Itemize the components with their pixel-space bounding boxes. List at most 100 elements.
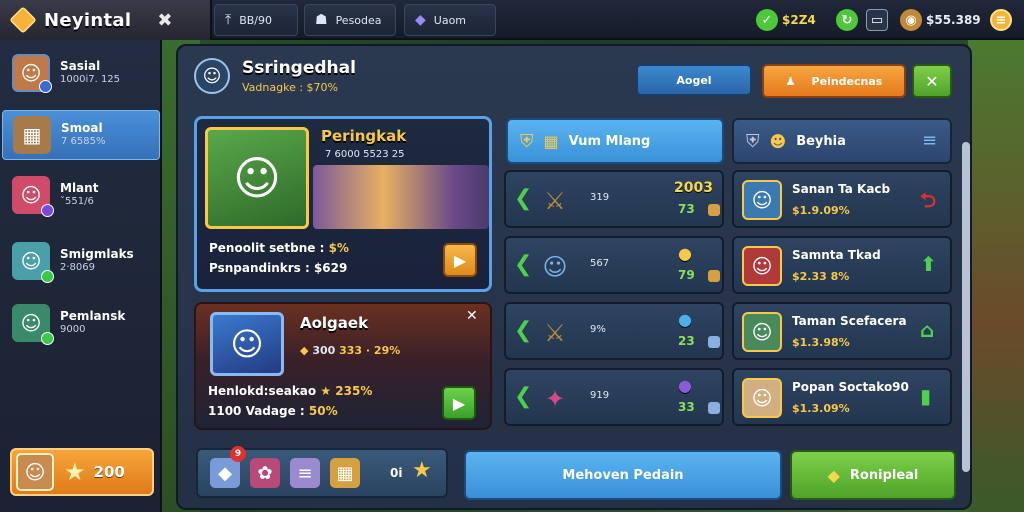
row-value: 567 (590, 258, 610, 269)
peindecnas-button[interactable]: ♟ Peindecnas (762, 64, 906, 98)
play-button[interactable]: ▶ (443, 243, 477, 277)
crossed-tools-icon[interactable]: ✖ (157, 10, 172, 31)
tab-pesodea[interactable]: ☗ Pesodea (304, 4, 396, 36)
list-item[interactable]: ❮ ⚔ 319 2003 73 (504, 170, 724, 228)
avatar: ☺ (12, 304, 54, 345)
list-item[interactable]: ☺ Popan Soctako90 $1.3.09% ▮ (732, 368, 952, 426)
row-value: 9% (590, 324, 606, 335)
gift-icon[interactable]: ✿ (250, 458, 280, 488)
card-title: Peringkak (321, 127, 407, 145)
chest-icon (708, 270, 720, 282)
tab-label: BB/90 (239, 13, 272, 27)
close-button[interactable]: ✕ (912, 64, 952, 98)
coin-stack-icon: ≡ (990, 9, 1012, 31)
notification-badge: 9 (230, 446, 246, 462)
sidebar-item-mlant[interactable]: ☺ Mlant ˇ551/6 (2, 170, 160, 220)
row-count: 73 (678, 202, 695, 216)
green-currency-value: $2Z4 (782, 13, 816, 27)
card-line-label: Penoolit setbne : (209, 241, 325, 255)
crystal-box-icon[interactable]: ◆ (210, 458, 240, 488)
gold-coins-button[interactable]: ≡ (990, 6, 1016, 34)
sidebar-item-sub: 1000i7. 125 (60, 74, 121, 86)
item-count: 0i (390, 466, 403, 480)
hero-portrait-icon: ☺ (210, 312, 284, 376)
sidebar-item-pemlansk[interactable]: ☺ Pemlansk 9000 (2, 298, 160, 348)
sidebar-item-sasial[interactable]: ☺ Sasial 1000i7. 125 (2, 48, 160, 98)
sidebar-item-smigmlaks[interactable]: ☺ Smigmlaks 2·8069 (2, 236, 160, 286)
game-title: Neyintal (44, 9, 132, 31)
avatar: ☺ (742, 246, 782, 286)
landscape-image (313, 165, 489, 229)
sidebar-item-sub: 2·8069 (60, 262, 95, 274)
card-stat: 300 (312, 344, 336, 357)
avatar: ☺ (742, 180, 782, 220)
mail-button[interactable]: ▭ (866, 6, 892, 34)
sword-icon: ⚔ (544, 187, 566, 215)
tab-bb90[interactable]: ⤒ BB/90 (214, 4, 298, 36)
play-button[interactable]: ▶ (442, 386, 476, 420)
ronipleal-button[interactable]: ◆ Ronipleal (790, 450, 956, 500)
blue-orb-icon: ● (678, 310, 692, 329)
avatar: ☺ (742, 312, 782, 352)
chest-icon[interactable]: ▦ (330, 458, 360, 488)
card-stats: 7 6000 5523 25 (325, 149, 405, 160)
book-stack-icon[interactable]: ≡ (290, 458, 320, 488)
play-icon: ▶ (452, 393, 466, 413)
close-icon: ✕ (925, 71, 939, 91)
card-line-label: Henlokd:seakao (208, 384, 317, 398)
star-icon[interactable]: ★ (412, 458, 432, 483)
tab-label: Vum Mlang (568, 133, 651, 149)
menu-icon[interactable]: ≡ (922, 130, 937, 151)
list-item[interactable]: ❮ ☺ 567 ● 79 (504, 236, 724, 294)
profile-button[interactable]: ☺ ★ 200 (10, 448, 154, 496)
tab-uaom[interactable]: ◆ Uaom (404, 4, 496, 36)
card-line-value: 50% (308, 404, 338, 418)
smile-coin-icon: ☻ (769, 131, 787, 151)
gem-icon (9, 6, 37, 34)
up-arrow-icon: ⤒ (225, 12, 232, 28)
gold-currency: ◉ $55.389 (900, 6, 981, 34)
list-item[interactable]: ☺ Taman Scefacera $1.3.98% ⌂ (732, 302, 952, 360)
secondary-card[interactable]: ☺ Aolgaek ✕ ◆ 300 333 · 29% Henlokd:seak… (194, 302, 492, 430)
list-item[interactable]: ☺ Samnta Tkad $2.33 8% ⬆ (732, 236, 952, 294)
chevron-left-icon: ❮ (514, 252, 533, 277)
lock-icon: ⌂ (920, 318, 935, 342)
tab-beyhia[interactable]: ⛨ ☻ Beyhia ≡ (732, 118, 952, 164)
tab-vum-mlang[interactable]: ⛨ ▦ Vum Mlang (506, 118, 724, 164)
card-line-label: 1100 Vadage : (208, 404, 305, 418)
avatar: ☺ (16, 453, 54, 491)
list-item[interactable]: ❮ ✦ 919 ● 33 (504, 368, 724, 426)
card-stat-value: 333 · 29% (339, 344, 401, 357)
row-count: 33 (678, 400, 695, 414)
button-label: Aogel (676, 73, 712, 87)
play-icon: ▶ (453, 250, 467, 270)
add-currency-button[interactable]: ↻ (836, 6, 862, 34)
sidebar-item-label: Pemlansk (60, 309, 126, 324)
gold-currency-value: $55.389 (926, 13, 981, 27)
sidebar-item-label: Smigmlaks (60, 247, 134, 262)
brand-area: Neyintal ✖ (0, 0, 212, 40)
list-item[interactable]: ❮ ⚔ 9% ● 23 (504, 302, 724, 360)
featured-card[interactable]: ☺ Peringkak 7 6000 5523 25 Penoolit setb… (194, 116, 492, 292)
row-count: 79 (678, 268, 695, 282)
dismiss-icon[interactable]: ✕ (466, 308, 478, 324)
chevron-left-icon: ❮ (514, 186, 533, 211)
aogel-button[interactable]: Aogel (636, 64, 752, 96)
item-name: Sanan Ta Kacb (792, 182, 891, 196)
rank-badge-icon (41, 332, 54, 345)
sidebar-item-smoal[interactable]: ▦ Smoal 7 6585% (2, 110, 160, 160)
main-panel: ☺ Ssringedhal Vadnagke : $70% Aogel ♟ Pe… (176, 44, 972, 510)
shield-icon: ⛨ (520, 130, 534, 152)
list-item[interactable]: ☺ Sanan Ta Kacb $1.9.09% ⮌ (732, 170, 952, 228)
chevron-left-icon: ❮ (514, 384, 533, 409)
item-price: $1.3.09% (792, 402, 850, 415)
sidebar-item-label: Sasial (60, 59, 101, 74)
button-label: Ronipleal (849, 467, 919, 483)
crystal-icon: ◆ (415, 12, 426, 28)
tab-label: Pesodea (335, 13, 382, 27)
purple-orb-icon: ● (678, 376, 692, 395)
mehoven-pedain-button[interactable]: Mehoven Pedain (464, 450, 782, 500)
boost-icon: ◆ (827, 465, 840, 485)
scrollbar[interactable] (962, 142, 970, 472)
people-icon: ♟ (785, 74, 796, 88)
